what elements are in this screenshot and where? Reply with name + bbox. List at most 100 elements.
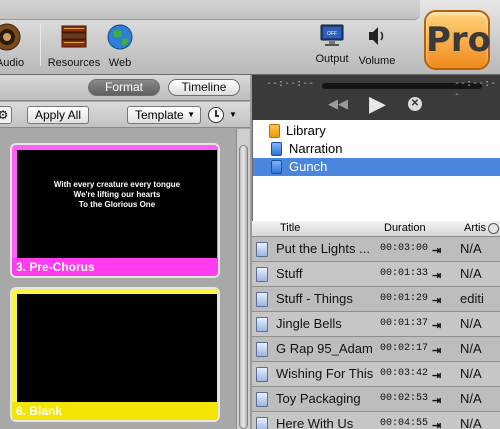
audio-file-icon — [256, 342, 268, 357]
table-row[interactable]: Toy Packaging 00:02:53 ⇥ N/A — [252, 387, 500, 412]
library-item-narration[interactable]: Narration — [253, 140, 500, 158]
song-title: Stuff - Things — [276, 291, 353, 306]
resources-label: Resources — [47, 57, 101, 69]
audio-file-icon — [256, 392, 268, 407]
chevron-down-icon: ▼ — [187, 110, 195, 119]
library-item-library[interactable]: Library — [253, 122, 500, 140]
table-row[interactable]: Stuff - Things 00:01:29 ⇥ editi — [252, 287, 500, 312]
song-artist: N/A — [460, 416, 482, 429]
monitor-icon: OFF — [320, 24, 344, 46]
slide-preview — [17, 294, 217, 402]
song-artist: editi — [460, 291, 484, 306]
slide-label: 6. Blank — [12, 402, 218, 420]
rewind-icon[interactable]: ◀◀ — [328, 96, 348, 112]
slide-thumbnail[interactable]: 6. Blank — [10, 287, 220, 422]
slide-text-line: With every creature every tongue — [53, 180, 181, 189]
library-icon — [269, 124, 280, 138]
table-row[interactable]: Jingle Bells 00:01:37 ⇥ N/A — [252, 312, 500, 337]
song-title: Wishing For This — [276, 366, 374, 381]
next-arrow-icon[interactable]: ⇥ — [432, 394, 441, 407]
chevron-down-icon[interactable]: ▼ — [229, 110, 237, 119]
web-button[interactable]: Web — [104, 22, 136, 69]
speaker-icon — [0, 23, 21, 51]
column-options-icon[interactable] — [488, 223, 499, 234]
song-table: Title Duration Artis Put the Lights ... … — [252, 221, 500, 429]
audio-file-icon — [256, 367, 268, 382]
next-arrow-icon[interactable]: ⇥ — [432, 244, 441, 257]
table-row[interactable]: Wishing For This 00:03:42 ⇥ N/A — [252, 362, 500, 387]
slide-text-line: To the Glorious One — [78, 200, 156, 209]
library-item-label: Gunch — [289, 159, 328, 174]
library-item-label: Narration — [289, 141, 343, 156]
play-icon[interactable]: ▶ — [369, 91, 386, 117]
logo-text: Pro — [426, 20, 492, 60]
globe-icon — [107, 24, 133, 50]
song-artist: N/A — [460, 391, 482, 406]
table-row[interactable]: Stuff 00:01:33 ⇥ N/A — [252, 262, 500, 287]
tab-format[interactable]: Format — [88, 79, 160, 96]
table-row[interactable]: G Rap 95_Adam 00:02:17 ⇥ N/A — [252, 337, 500, 362]
audio-file-icon — [256, 317, 268, 332]
column-artist[interactable]: Artis — [464, 222, 486, 234]
clock-icon[interactable] — [208, 107, 224, 123]
toolbar-divider — [40, 24, 41, 66]
volume-label: Volume — [358, 55, 396, 67]
slide-grid: With every creature every tongue We're l… — [0, 129, 236, 429]
column-duration[interactable]: Duration — [384, 222, 426, 234]
volume-control[interactable]: Volume — [357, 22, 397, 67]
song-title: Stuff — [276, 266, 303, 281]
gear-icon[interactable]: ⚙ — [0, 106, 12, 124]
song-duration: 00:02:53 — [380, 393, 429, 404]
song-title: Toy Packaging — [276, 391, 361, 406]
song-title: G Rap 95_Adam — [276, 341, 373, 356]
next-arrow-icon[interactable]: ⇥ — [432, 369, 441, 382]
resources-button[interactable]: Resources — [46, 22, 102, 69]
next-arrow-icon[interactable]: ⇥ — [432, 269, 441, 282]
app-logo: Pro — [424, 10, 492, 70]
song-artist: N/A — [460, 316, 482, 331]
library-item-label: Library — [286, 123, 326, 138]
main-toolbar: Audio Resources Web OFF Output — [0, 0, 500, 75]
slide-label: 3. Pre-Chorus — [12, 258, 218, 276]
slides-scrollbar[interactable] — [236, 129, 250, 429]
song-title: Put the Lights ... — [276, 241, 370, 256]
template-label: Template — [135, 108, 184, 122]
playlist-icon — [271, 142, 282, 156]
web-label: Web — [108, 57, 132, 69]
slide-thumbnail[interactable]: With every creature every tongue We're l… — [10, 143, 220, 278]
playlist-icon — [271, 160, 282, 174]
media-panel: --:--:-- --:--:-- ◀◀ ▶ ✕ Library Narrati… — [252, 75, 500, 429]
audio-file-icon — [256, 242, 268, 257]
next-arrow-icon[interactable]: ⇥ — [432, 419, 441, 429]
next-arrow-icon[interactable]: ⇥ — [432, 294, 441, 307]
song-duration: 00:03:00 — [380, 243, 429, 254]
scrollbar-thumb[interactable] — [239, 145, 248, 429]
slide-controls: ⚙ Apply All Template ▼ ▼ — [0, 102, 250, 128]
audio-file-icon — [256, 267, 268, 282]
table-header: Title Duration Artis — [252, 221, 500, 237]
song-title: Here With Us — [276, 416, 354, 429]
slide-preview: With every creature every tongue We're l… — [17, 150, 217, 258]
library-item-gunch[interactable]: Gunch — [253, 158, 500, 176]
books-icon — [61, 25, 87, 48]
song-duration: 00:01:33 — [380, 268, 429, 279]
tab-timeline[interactable]: Timeline — [168, 79, 240, 96]
output-button[interactable]: OFF Output — [313, 22, 351, 65]
column-title[interactable]: Title — [280, 222, 300, 234]
song-title: Jingle Bells — [276, 316, 342, 331]
song-duration: 00:01:29 — [380, 293, 429, 304]
template-dropdown[interactable]: Template ▼ — [127, 106, 201, 124]
table-row[interactable]: Here With Us 00:04:55 ⇥ N/A — [252, 412, 500, 429]
slides-panel: Format Timeline ⚙ Apply All Template ▼ ▼… — [0, 75, 250, 429]
stop-icon[interactable]: ✕ — [408, 97, 422, 111]
apply-all-button[interactable]: Apply All — [27, 106, 89, 124]
title-bar — [0, 0, 420, 20]
table-row[interactable]: Put the Lights ... 00:03:00 ⇥ N/A — [252, 237, 500, 262]
next-arrow-icon[interactable]: ⇥ — [432, 344, 441, 357]
output-label: Output — [315, 53, 349, 65]
song-duration: 00:02:17 — [380, 343, 429, 354]
song-duration: 00:01:37 — [380, 318, 429, 329]
audio-button[interactable]: Audio — [0, 22, 26, 69]
elapsed-time: --:--:-- — [266, 78, 315, 89]
next-arrow-icon[interactable]: ⇥ — [432, 319, 441, 332]
